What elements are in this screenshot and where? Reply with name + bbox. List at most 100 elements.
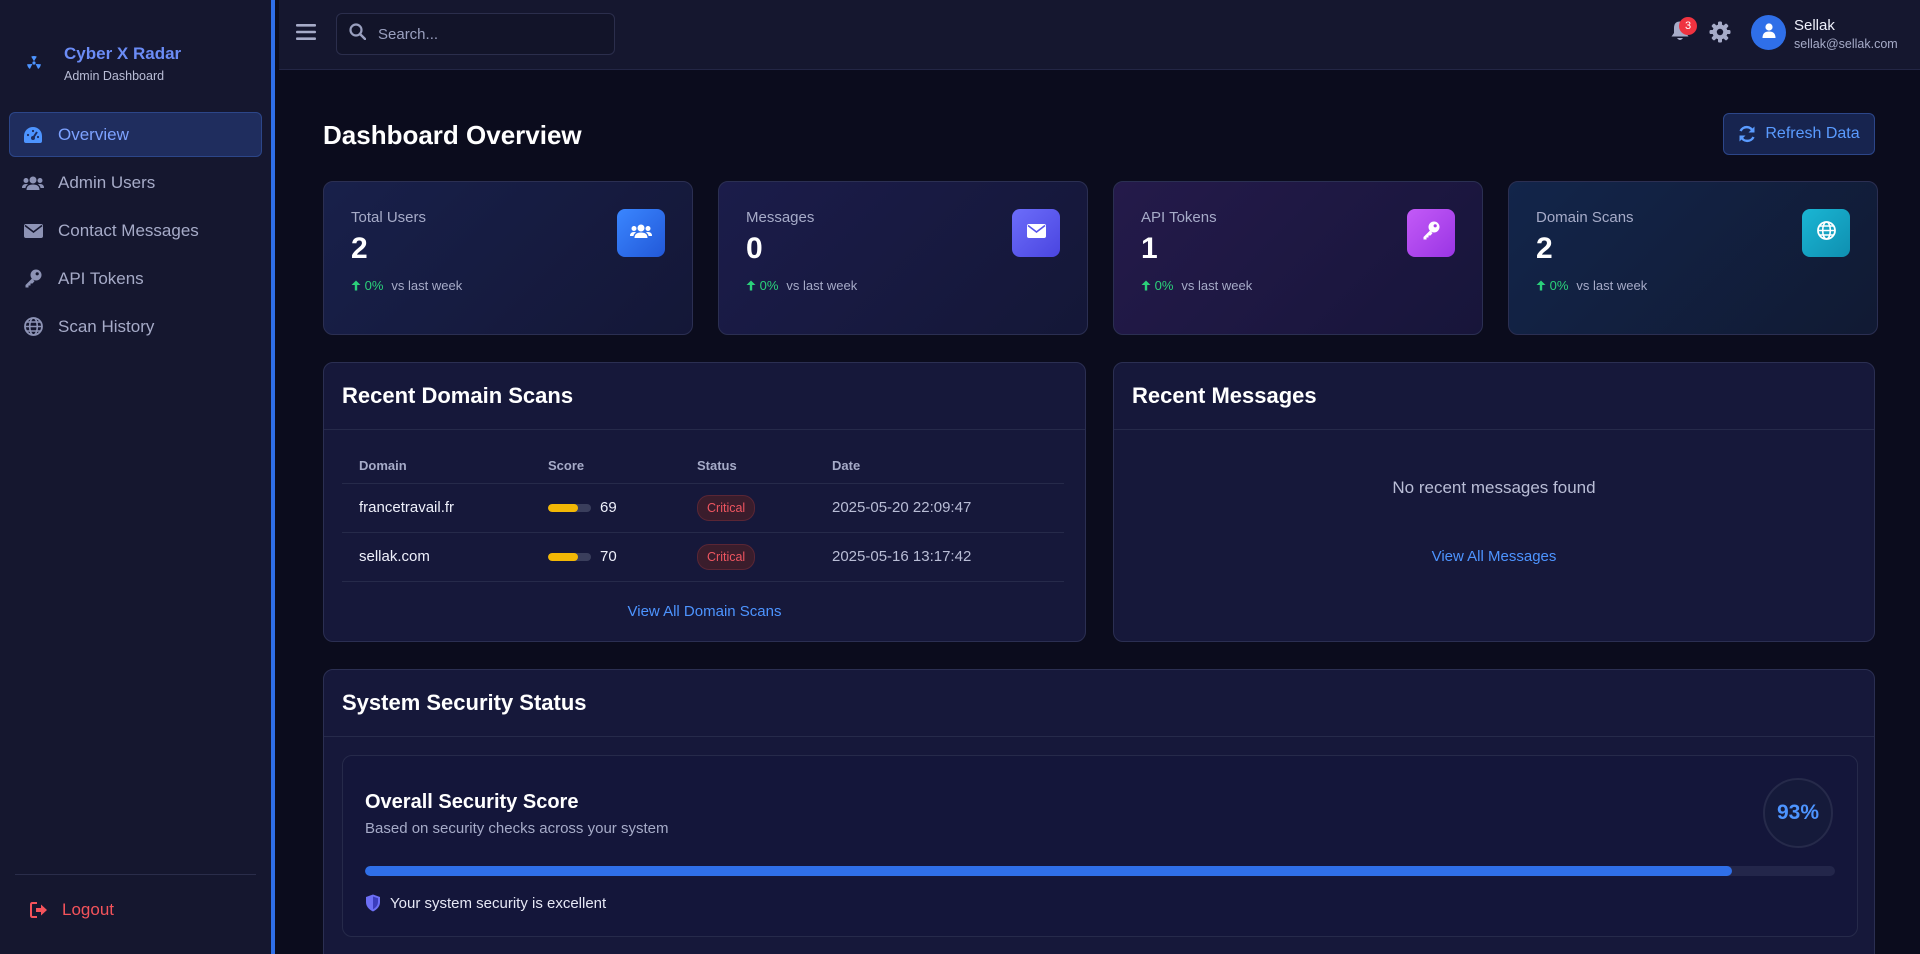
key-icon [1422, 221, 1440, 245]
table-row[interactable]: francetravail.fr 69 Critical 2025-05-20 … [342, 483, 1064, 533]
view-all-messages-link[interactable]: View All Messages [1114, 548, 1874, 565]
logout-button[interactable]: Logout [30, 900, 114, 920]
radiation-icon [24, 53, 44, 73]
user-icon [1762, 22, 1776, 43]
stat-icon-users [617, 209, 665, 257]
score-bar-fill [548, 504, 578, 513]
sidebar-item-label: Scan History [58, 316, 155, 336]
arrow-up-icon [1141, 280, 1151, 291]
gear-icon[interactable] [1709, 21, 1731, 48]
stat-card-messages: Messages 0 0% vs last week [718, 181, 1088, 335]
stat-icon-domain-scans [1802, 209, 1850, 257]
score-title: Overall Security Score [365, 791, 579, 813]
stat-card-total-users: Total Users 2 0% vs last week [323, 181, 693, 335]
refresh-label: Refresh Data [1765, 125, 1860, 142]
sidebar-item-overview[interactable]: Overview [9, 112, 262, 157]
score-cell: 69 [531, 483, 680, 533]
status-cell: Critical [680, 483, 815, 533]
date-cell: 2025-05-16 13:17:42 [815, 532, 1064, 582]
avatar[interactable] [1751, 15, 1786, 50]
panel-title: System Security Status [324, 670, 1874, 737]
status-badge: Critical [697, 494, 756, 521]
sidebar-item-contact-messages[interactable]: Contact Messages [9, 208, 262, 253]
trend-value: 0% [759, 278, 779, 293]
gauge-icon [22, 124, 44, 146]
brand-title: Cyber X Radar [64, 43, 182, 63]
trend-value: 0% [1549, 278, 1569, 293]
sidebar-item-label: Admin Users [58, 172, 156, 192]
refresh-icon [1738, 125, 1756, 143]
arrow-up-icon [746, 280, 756, 291]
security-score-card: Overall Security Score Based on security… [342, 755, 1858, 937]
panel-title: Recent Messages [1114, 363, 1874, 430]
status-cell: Critical [680, 532, 815, 582]
users-icon [630, 223, 652, 244]
envelope-icon [22, 220, 44, 242]
sidebar: Cyber X Radar Admin Dashboard Overview A… [0, 0, 275, 954]
search-input[interactable] [378, 25, 598, 43]
globe-icon [22, 316, 44, 338]
trend-note: vs last week [391, 278, 463, 293]
menu-toggle-icon[interactable] [296, 23, 316, 46]
stat-trend: 0% vs last week [1536, 278, 1850, 293]
key-icon [22, 268, 44, 290]
stat-trend: 0% vs last week [746, 278, 1060, 293]
page-title: Dashboard Overview [323, 120, 582, 150]
sidebar-divider [15, 874, 256, 875]
sidebar-item-admin-users[interactable]: Admin Users [9, 160, 262, 205]
refresh-data-button[interactable]: Refresh Data [1723, 113, 1875, 155]
trend-value: 0% [364, 278, 384, 293]
table-row[interactable]: sellak.com 70 Critical 2025-05-16 13:17:… [342, 532, 1064, 582]
trend-up: 0% [351, 278, 383, 293]
column-header-status: Status [680, 448, 815, 484]
user-name: Sellak [1794, 17, 1835, 34]
score-bar [548, 504, 591, 513]
stat-icon-messages [1012, 209, 1060, 257]
sidebar-nav: Overview Admin Users Contact Messages AP… [0, 112, 271, 349]
security-note: Your system security is excellent [365, 894, 606, 912]
score-value: 69 [600, 499, 617, 516]
recent-messages-panel: Recent Messages No recent messages found… [1113, 362, 1875, 642]
score-bar-fill [548, 553, 579, 562]
search-box [336, 13, 615, 55]
arrow-up-icon [351, 280, 361, 291]
globe-icon [1816, 221, 1836, 245]
sidebar-item-label: Contact Messages [58, 220, 199, 240]
trend-up: 0% [1141, 278, 1173, 293]
score-cell: 70 [531, 532, 680, 582]
users-icon [22, 172, 44, 194]
brand-subtitle: Admin Dashboard [64, 68, 165, 83]
arrow-up-icon [1536, 280, 1546, 291]
shield-icon [365, 894, 381, 912]
recent-domain-scans-panel: Recent Domain Scans Domain Score Status … [323, 362, 1086, 642]
domain-cell: francetravail.fr [342, 483, 531, 533]
notification-badge: 3 [1679, 17, 1697, 35]
stat-card-api-tokens: API Tokens 1 0% vs last week [1113, 181, 1483, 335]
column-header-domain: Domain [342, 448, 531, 484]
security-progress-fill [365, 866, 1733, 876]
date-cell: 2025-05-20 22:09:47 [815, 483, 1064, 533]
table-header-row: Domain Score Status Date [342, 448, 1064, 484]
score-subtitle: Based on security checks across your sys… [365, 820, 669, 837]
trend-up: 0% [746, 278, 778, 293]
empty-state-text: No recent messages found [1392, 478, 1596, 497]
score-ring: 93% [1763, 778, 1833, 848]
panel-title: Recent Domain Scans [324, 363, 1085, 430]
stat-trend: 0% vs last week [1141, 278, 1455, 293]
column-header-date: Date [815, 448, 1064, 484]
sidebar-item-label: Overview [58, 124, 129, 144]
security-note-text: Your system security is excellent [390, 894, 607, 912]
sidebar-item-label: API Tokens [58, 268, 144, 288]
logout-label: Logout [62, 900, 114, 919]
view-all-domain-scans-link[interactable]: View All Domain Scans [324, 603, 1085, 620]
score-value: 70 [600, 548, 617, 565]
search-icon [349, 23, 367, 45]
sign-out-icon [30, 902, 48, 918]
trend-note: vs last week [786, 278, 858, 293]
topbar: 3 Sellak sellak@sellak.com [279, 0, 1920, 70]
sidebar-item-scan-history[interactable]: Scan History [9, 304, 262, 349]
brand[interactable]: Cyber X Radar Admin Dashboard [0, 0, 271, 100]
domain-cell: sellak.com [342, 532, 531, 582]
sidebar-item-api-tokens[interactable]: API Tokens [9, 256, 262, 301]
user-email: sellak@sellak.com [1794, 37, 1898, 51]
